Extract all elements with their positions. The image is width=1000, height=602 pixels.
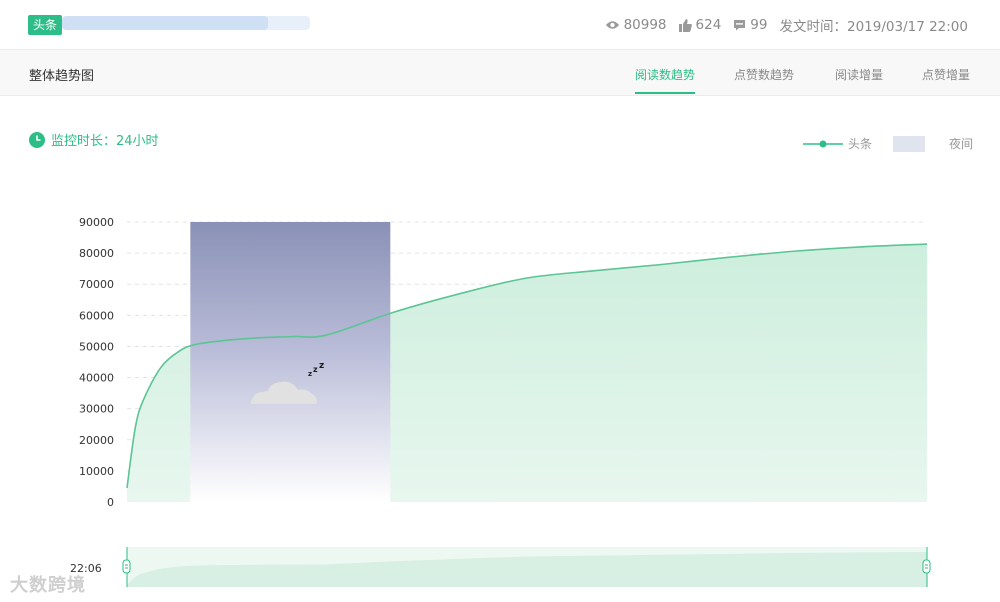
night-band <box>190 222 391 502</box>
slider-right-handle[interactable] <box>922 559 931 574</box>
y-tick-label: 10000 <box>79 465 114 478</box>
y-tick-label: 90000 <box>79 216 114 229</box>
y-tick-label: 80000 <box>79 247 114 260</box>
y-tick-label: 30000 <box>79 403 114 416</box>
y-tick-label: 0 <box>107 496 114 509</box>
zoom-slider[interactable]: 22:06 <box>70 547 931 587</box>
y-tick-label: 60000 <box>79 309 114 322</box>
y-tick-label: 40000 <box>79 372 114 385</box>
svg-text:z: z <box>319 361 324 371</box>
y-tick-label: 50000 <box>79 340 114 353</box>
reading-trend-chart: 0 10000 20000 30000 40000 50000 60000 70000 8000… <box>70 216 931 587</box>
watermark: 大数跨境 <box>10 575 86 596</box>
slider-left-handle[interactable] <box>122 559 131 574</box>
y-tick-label: 20000 <box>79 434 114 447</box>
svg-text:z: z <box>308 370 312 378</box>
svg-text:z: z <box>313 365 318 374</box>
y-tick-label: 70000 <box>79 278 114 291</box>
